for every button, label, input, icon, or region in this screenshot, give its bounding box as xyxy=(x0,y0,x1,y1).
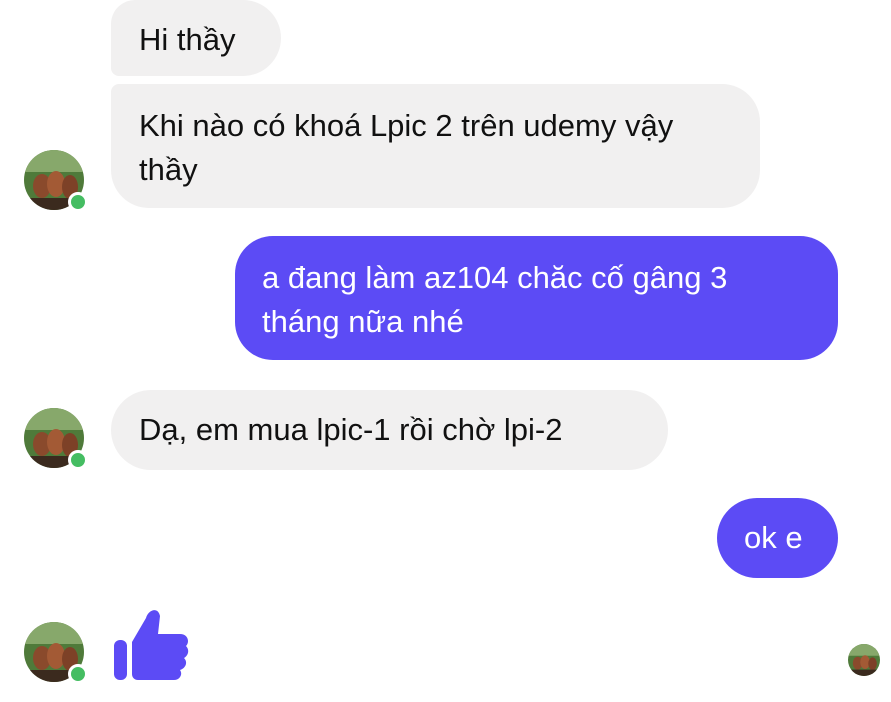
message-bubble-incoming[interactable]: Khi nào có khoá Lpic 2 trên udemy vậy th… xyxy=(111,84,760,208)
seen-avatar xyxy=(848,644,880,676)
seen-indicator-icon xyxy=(848,644,880,676)
message-bubble-incoming[interactable]: Dạ, em mua lpic-1 rồi chờ lpi-2 xyxy=(111,390,668,470)
message-text: ok e xyxy=(744,520,803,555)
online-status-indicator xyxy=(68,664,88,684)
message-text: Khi nào có khoá Lpic 2 trên udemy vậy th… xyxy=(139,108,674,187)
message-text: Dạ, em mua lpic-1 rồi chờ lpi-2 xyxy=(139,412,563,447)
chat-thread: Hi thầy Khi nào có khoá Lpic 2 trên udem… xyxy=(0,0,891,702)
contact-avatar[interactable] xyxy=(24,408,88,470)
contact-avatar[interactable] xyxy=(24,622,88,684)
online-status-indicator xyxy=(68,450,88,470)
message-bubble-incoming[interactable]: Hi thầy xyxy=(111,0,281,76)
message-bubble-outgoing[interactable]: a đang làm az104 chăc cố gâng 3 tháng nữ… xyxy=(235,236,838,360)
contact-avatar[interactable] xyxy=(24,150,88,212)
like-message[interactable] xyxy=(110,604,190,684)
message-text: a đang làm az104 chăc cố gâng 3 tháng nữ… xyxy=(262,260,728,339)
message-text: Hi thầy xyxy=(139,22,236,57)
thumbs-up-icon xyxy=(114,610,189,680)
online-status-indicator xyxy=(68,192,88,212)
message-bubble-outgoing[interactable]: ok e xyxy=(717,498,838,578)
